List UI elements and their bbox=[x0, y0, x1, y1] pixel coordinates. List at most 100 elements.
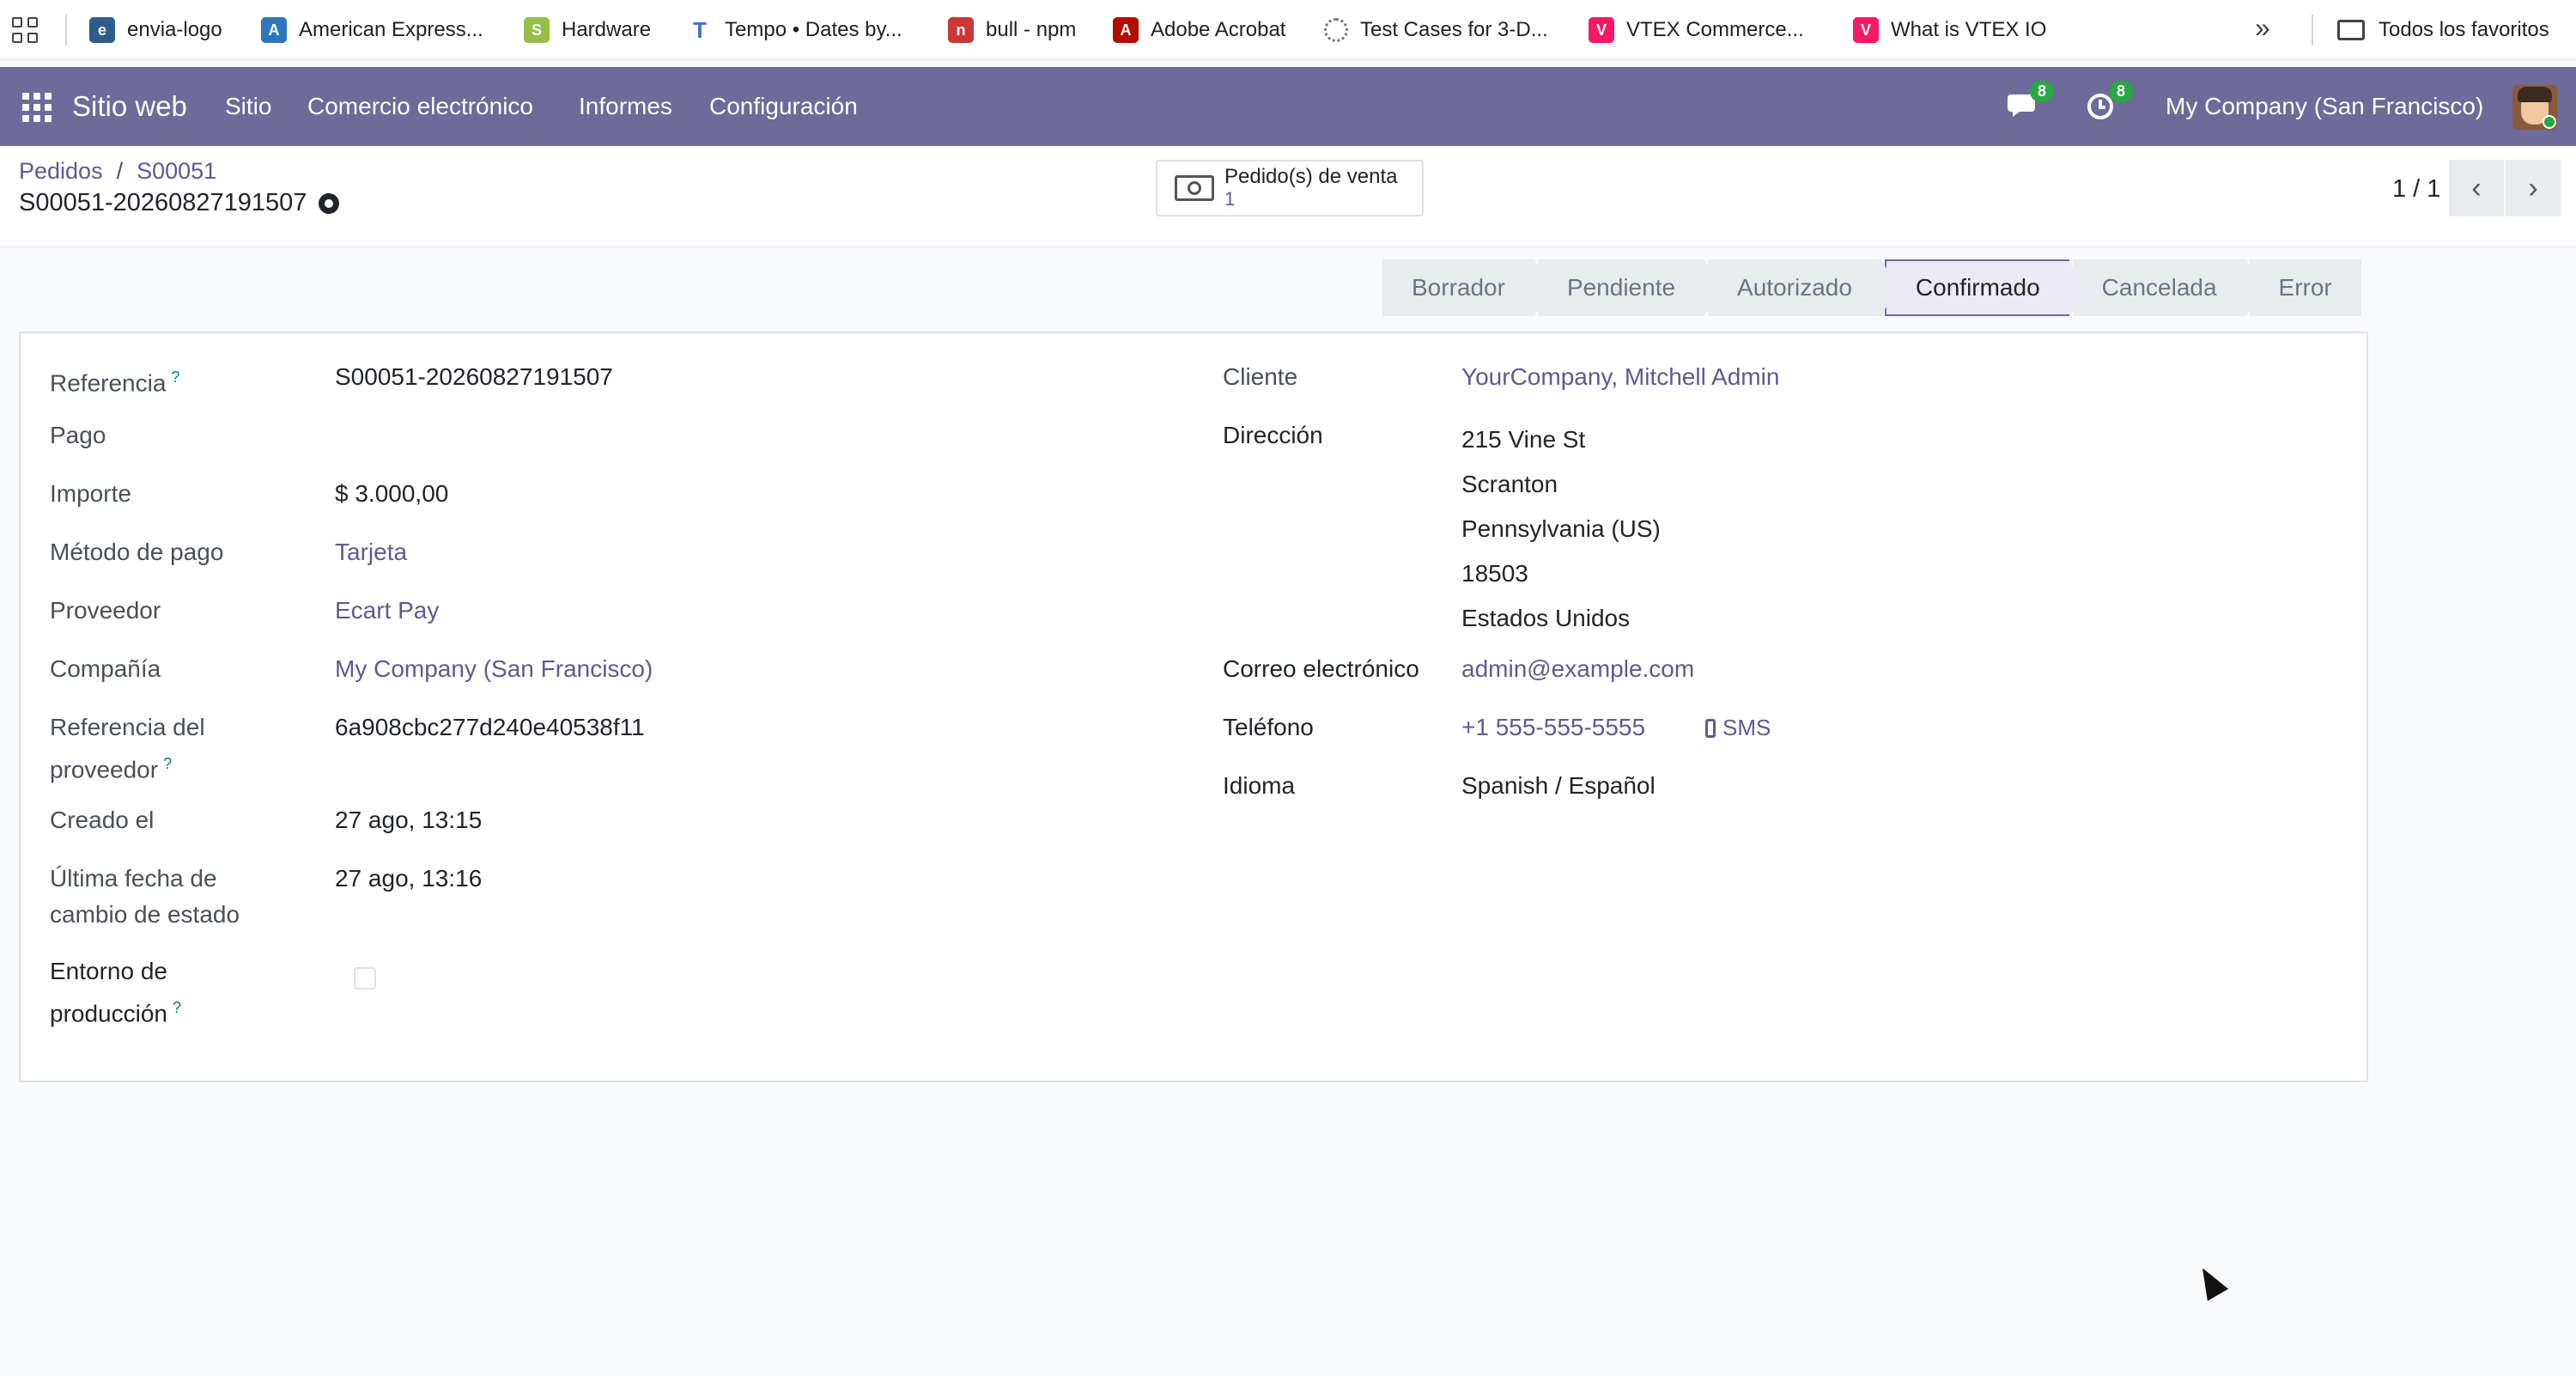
bookmark-label: Tempo • Dates by... bbox=[725, 18, 902, 41]
amount-value: $ 3.000,00 bbox=[335, 480, 449, 507]
email-link[interactable]: admin@example.com bbox=[1461, 651, 1694, 687]
loading-icon bbox=[1324, 18, 1348, 42]
provider-reference-value: 6a908cbc277d240e40538f11 bbox=[335, 714, 645, 740]
folder-icon bbox=[2337, 20, 2365, 40]
bookmark-hardware[interactable]: S Hardware bbox=[524, 0, 651, 60]
vtex-icon: V bbox=[1589, 17, 1614, 43]
messages-button[interactable]: 8 bbox=[2006, 81, 2054, 125]
menu-sitio[interactable]: Sitio bbox=[225, 67, 271, 146]
divider bbox=[65, 15, 67, 46]
chevron-left-icon: ‹ bbox=[2471, 171, 2482, 204]
money-icon bbox=[1175, 175, 1214, 201]
user-avatar[interactable] bbox=[2512, 85, 2557, 130]
address-line: Scranton bbox=[1461, 471, 1558, 497]
bookmark-label: envia-logo bbox=[127, 18, 222, 41]
pager-value[interactable]: 1 / 1 bbox=[2392, 175, 2440, 204]
bookmark-american-express[interactable]: A American Express... bbox=[261, 0, 483, 60]
amount-label: Importe bbox=[50, 480, 131, 507]
mobile-icon bbox=[1705, 719, 1716, 738]
sale-orders-smart-button[interactable]: Pedido(s) de venta 1 bbox=[1156, 160, 1424, 216]
production-env-checkbox[interactable] bbox=[354, 967, 376, 989]
pager-previous-button[interactable]: ‹ bbox=[2449, 160, 2504, 216]
bookmark-bull-npm[interactable]: n bull - npm bbox=[948, 0, 1076, 60]
payment-method-link[interactable]: Tarjeta bbox=[335, 534, 407, 570]
company-label: Compañía bbox=[50, 655, 161, 682]
language-value: Spanish / Español bbox=[1461, 772, 1656, 799]
breadcrumb-pedidos[interactable]: Pedidos bbox=[19, 158, 103, 185]
stage-confirmado[interactable]: Confirmado bbox=[1884, 259, 2085, 318]
last-state-change-value: 27 ago, 13:16 bbox=[335, 865, 483, 892]
amex-icon: A bbox=[261, 17, 287, 43]
vtex-icon: V bbox=[1853, 17, 1879, 43]
messages-count-badge: 8 bbox=[2029, 81, 2054, 102]
email-label: Correo electrónico bbox=[1223, 655, 1419, 682]
bookmark-label: American Express... bbox=[299, 18, 483, 41]
bookmark-test-cases[interactable]: Test Cases for 3-D... bbox=[1324, 0, 1548, 60]
stage-cancelada[interactable]: Cancelada bbox=[2072, 259, 2262, 316]
control-panel: Pedidos / S00051 S00051-20260827191507 P… bbox=[0, 146, 2576, 247]
menu-informes[interactable]: Informes bbox=[579, 67, 672, 146]
help-icon[interactable]: ? bbox=[163, 755, 172, 772]
status-bar: Borrador Pendiente Autorizado Confirmado… bbox=[1382, 259, 2365, 318]
customer-link[interactable]: YourCompany, Mitchell Admin bbox=[1461, 359, 1779, 395]
bookmark-label: Adobe Acrobat bbox=[1151, 18, 1286, 41]
help-icon[interactable]: ? bbox=[173, 999, 181, 1016]
menu-configuracion[interactable]: Configuración bbox=[709, 67, 858, 146]
provider-reference-label: Referencia del proveedor? bbox=[50, 714, 205, 783]
gear-icon[interactable] bbox=[319, 192, 340, 214]
all-favorites-label: Todos los favoritos bbox=[2379, 18, 2549, 41]
bookmark-what-is-vtex-io[interactable]: V What is VTEX IO bbox=[1853, 0, 2046, 60]
sms-button[interactable]: SMS bbox=[1705, 709, 1771, 746]
bookmark-tempo[interactable]: T Tempo • Dates by... bbox=[687, 0, 902, 60]
bookmark-label: Test Cases for 3-D... bbox=[1360, 18, 1548, 41]
provider-link[interactable]: Ecart Pay bbox=[335, 593, 439, 629]
tempo-icon: T bbox=[687, 17, 713, 43]
activities-button[interactable]: 8 bbox=[2085, 81, 2133, 125]
company-switcher[interactable]: My Company (San Francisco) bbox=[2166, 67, 2483, 146]
bookmark-envia-logo[interactable]: e envia-logo bbox=[89, 0, 222, 60]
created-label: Creado el bbox=[50, 807, 155, 833]
address-line: Estados Unidos bbox=[1461, 605, 1631, 631]
phone-label: Teléfono bbox=[1223, 714, 1314, 740]
pager-next-button[interactable]: › bbox=[2506, 160, 2561, 216]
customer-label: Cliente bbox=[1223, 363, 1298, 390]
stage-pendiente[interactable]: Pendiente bbox=[1537, 259, 1721, 316]
company-link[interactable]: My Company (San Francisco) bbox=[335, 651, 653, 687]
address-line: 215 Vine St bbox=[1461, 426, 1586, 453]
bookmark-vtex-commerce[interactable]: V VTEX Commerce... bbox=[1589, 0, 1804, 60]
app-menu-icon[interactable] bbox=[22, 93, 52, 122]
bookmark-label: bull - npm bbox=[986, 18, 1077, 41]
apps-grid-icon[interactable] bbox=[12, 17, 38, 43]
online-status-icon bbox=[2543, 115, 2556, 129]
production-env-label: Entorno de producción? bbox=[50, 958, 181, 1027]
stage-error[interactable]: Error bbox=[2249, 259, 2361, 316]
menu-comercio-electronico[interactable]: Comercio electrónico bbox=[307, 67, 533, 146]
bookmark-label: What is VTEX IO bbox=[1891, 18, 2047, 41]
language-label: Idioma bbox=[1223, 772, 1296, 799]
last-state-change-label: Última fecha de cambio de estado bbox=[50, 865, 240, 928]
form-sheet: Referencia? S00051-20260827191507 Pago I… bbox=[19, 332, 2368, 1082]
acrobat-icon: A bbox=[1113, 17, 1139, 43]
breadcrumb-record[interactable]: S00051 bbox=[137, 158, 216, 185]
bookmark-adobe-acrobat[interactable]: A Adobe Acrobat bbox=[1113, 0, 1285, 60]
all-favorites-folder[interactable]: Todos los favoritos bbox=[2337, 0, 2549, 60]
top-navbar: Sitio web Sitio Comercio electrónico Inf… bbox=[0, 67, 2576, 146]
more-bookmarks-icon[interactable]: » bbox=[2255, 12, 2270, 44]
activities-count-badge: 8 bbox=[2108, 81, 2133, 102]
reference-value: S00051-20260827191507 bbox=[335, 363, 613, 390]
page-title: S00051-20260827191507 bbox=[19, 189, 340, 217]
provider-label: Proveedor bbox=[50, 597, 161, 624]
created-value: 27 ago, 13:15 bbox=[335, 807, 483, 833]
smart-button-count: 1 bbox=[1224, 188, 1236, 210]
help-icon[interactable]: ? bbox=[171, 368, 179, 386]
bookmark-label: Hardware bbox=[562, 18, 652, 41]
stage-borrador[interactable]: Borrador bbox=[1382, 259, 1550, 316]
payment-label: Pago bbox=[50, 422, 106, 448]
record-name: S00051-20260827191507 bbox=[19, 189, 307, 216]
phone-link[interactable]: +1 555-555-5555 bbox=[1461, 709, 1645, 746]
stage-autorizado[interactable]: Autorizado bbox=[1708, 259, 1897, 316]
bookmarks-bar: e envia-logo A American Express... S Har… bbox=[0, 0, 2576, 60]
shopify-icon: S bbox=[524, 17, 550, 43]
app-name[interactable]: Sitio web bbox=[72, 67, 187, 146]
address-label: Dirección bbox=[1223, 422, 1323, 448]
